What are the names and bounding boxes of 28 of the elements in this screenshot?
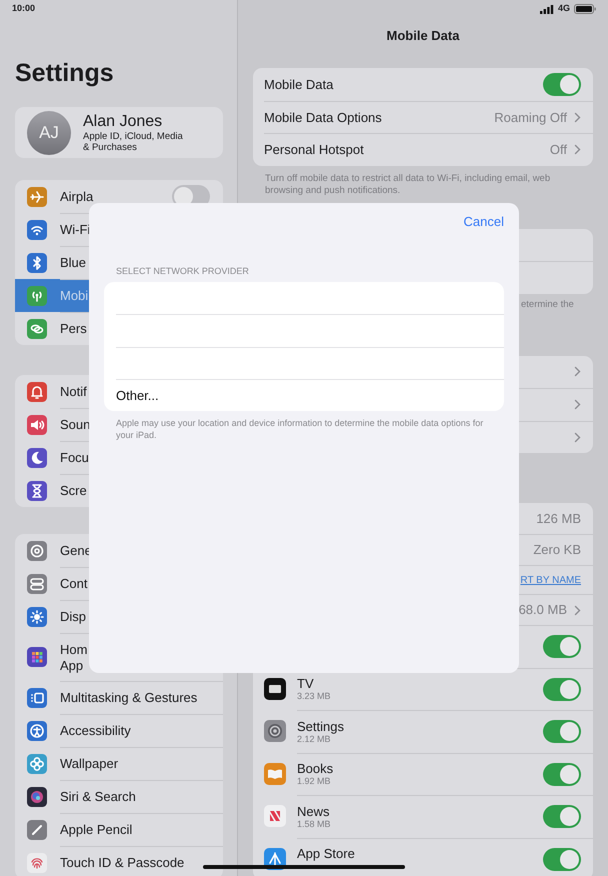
profile-name: Alan Jones	[83, 112, 164, 130]
app-usage: 1.92 MB	[297, 776, 332, 788]
avatar: AJ	[27, 110, 71, 154]
usage-value: Zero KB	[533, 541, 581, 560]
app-name: Settings	[297, 718, 344, 734]
usage-value: 126 MB	[536, 510, 581, 528]
app-usage: 2.12 MB	[297, 734, 331, 745]
row-label: Mobile Data	[264, 76, 334, 92]
row-label: Mobile Data Options	[264, 110, 382, 125]
row-value: Off	[550, 141, 567, 159]
profile-subtitle: Apple ID, iCloud, Media & Purchases	[83, 130, 184, 152]
section-footer: Turn off mobile data to restrict all data to Wi-Fi, including email, web browsing and push notifications.	[253, 172, 593, 196]
sidebar-title: Settings	[15, 58, 115, 88]
network-label: 4G	[558, 2, 570, 16]
section-header: SELECT NETWORK PROVIDER	[116, 266, 250, 277]
section-footer: Apple may use your location and device information to determine the mobile data options for your iPad.	[104, 411, 504, 442]
app-name: App Store	[297, 846, 355, 862]
app-name: News	[297, 804, 331, 819]
status-time: 10:00	[12, 2, 36, 16]
app-usage: 3.23 MB	[297, 691, 331, 702]
row-value: Roaming Off	[494, 108, 567, 127]
app-name: Books	[297, 761, 334, 776]
row-label: Personal Hotspot	[264, 142, 364, 158]
row-value: 68.0 MB	[518, 601, 567, 620]
app-name: TV	[297, 676, 315, 692]
page-title: Mobile Data	[386, 28, 460, 44]
app-usage: 1.58 MB	[297, 818, 331, 830]
section-footer: etermine the	[253, 298, 593, 310]
